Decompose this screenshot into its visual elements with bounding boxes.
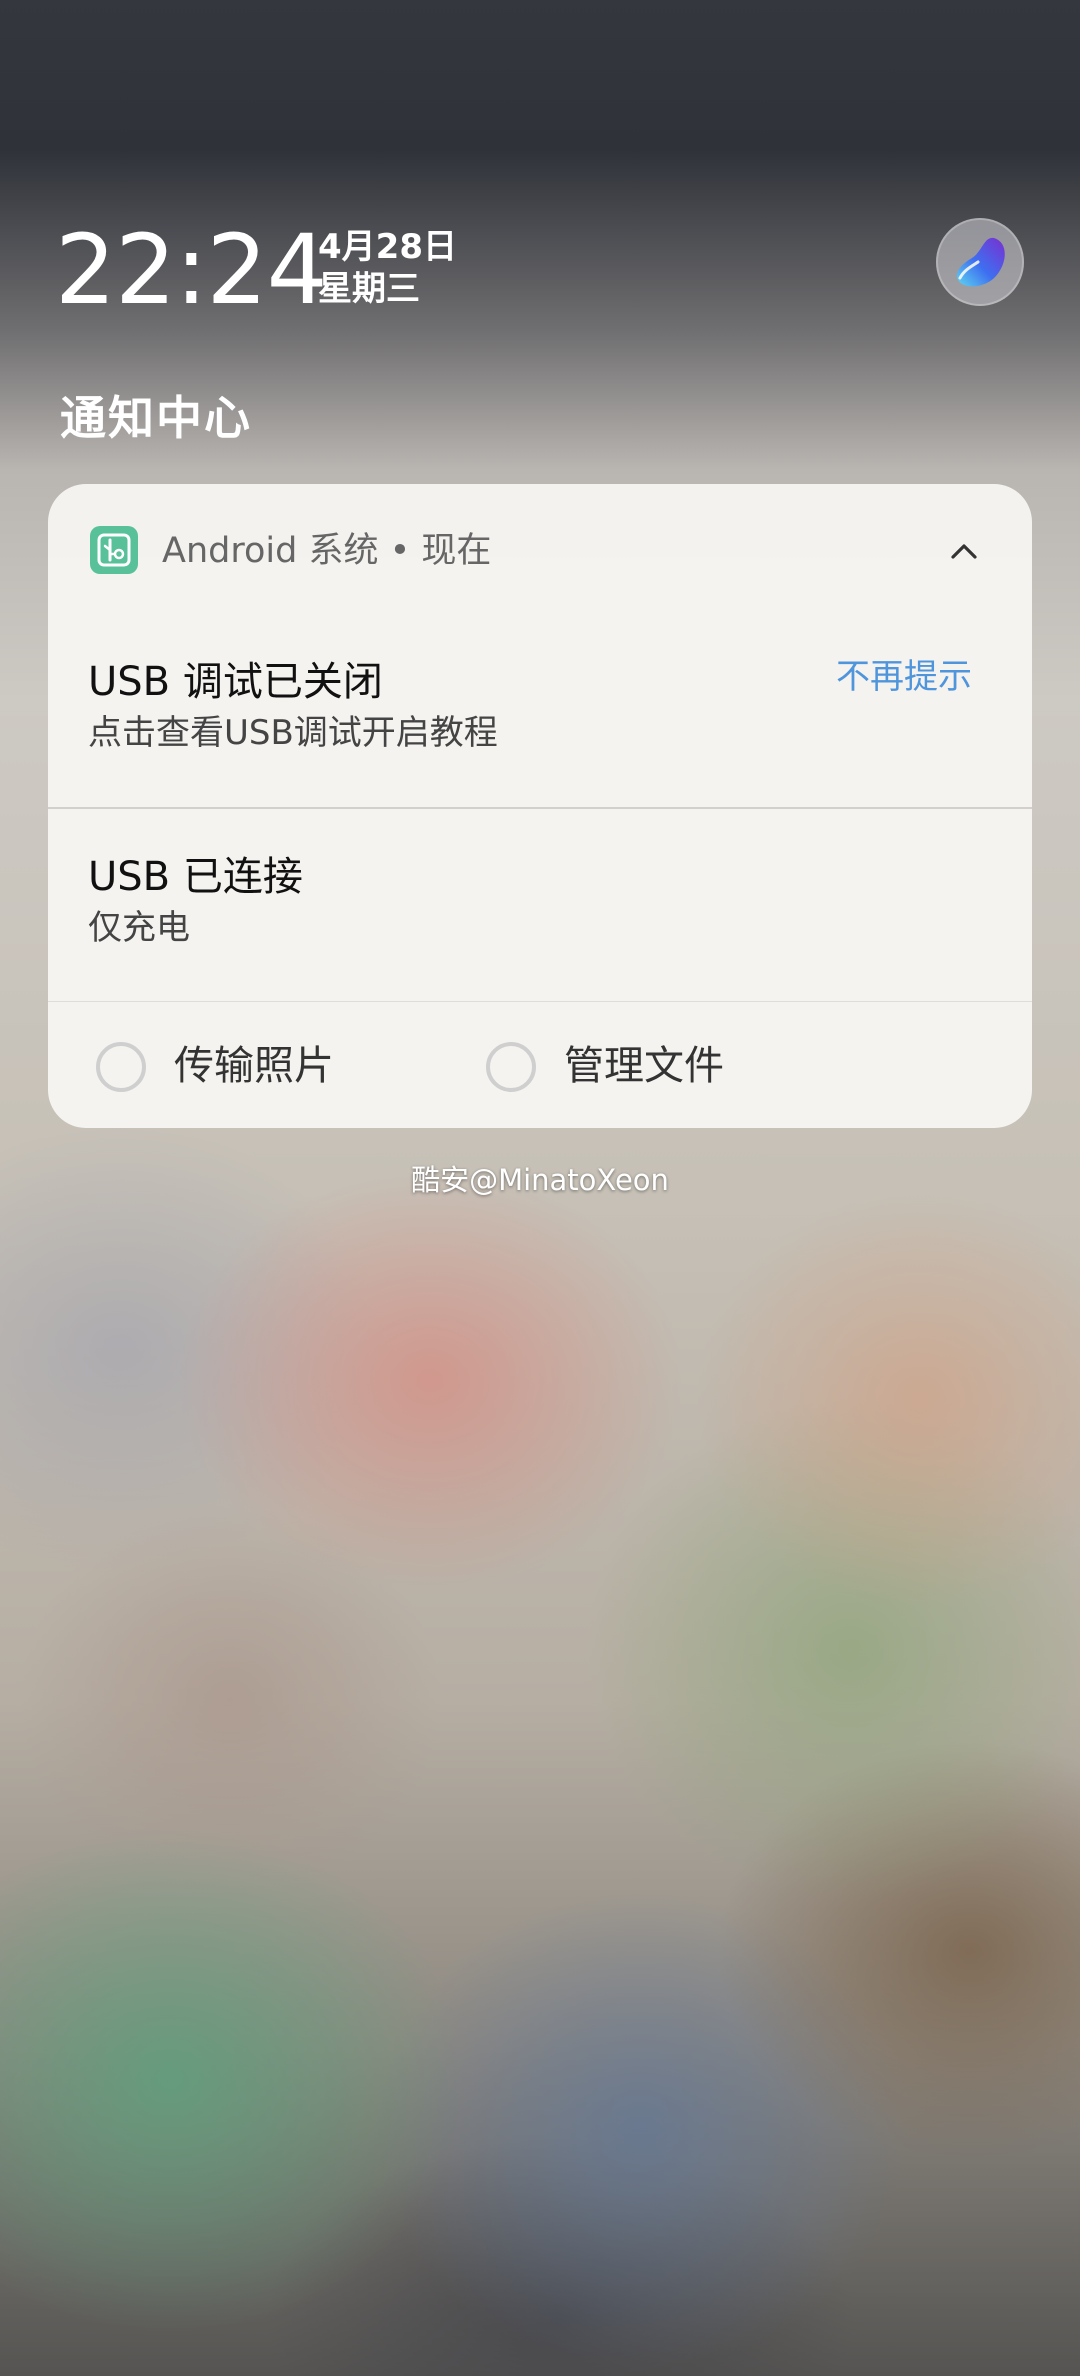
option-label: 传输照片 <box>174 1043 334 1089</box>
usb-debug-notification[interactable]: USB 调试已关闭 点击查看USB调试开启教程 不再提示 <box>48 654 1032 794</box>
clock-time: 22:24 <box>55 214 328 326</box>
divider <box>48 807 1032 809</box>
assistant-logo-icon <box>956 237 1005 287</box>
lock-screen: 22:24 4月28日 星期三 通知中心 Android 系统 • 现在 USB… <box>0 0 1080 2376</box>
notification-center-title: 通知中心 <box>60 391 252 445</box>
option-label: 管理文件 <box>564 1043 724 1089</box>
notification-header: Android 系统 • 现在 <box>48 484 1032 624</box>
watermark: 酷安@MinatoXeon <box>411 1163 669 1197</box>
weekday-label: 星期三 <box>318 269 420 309</box>
notification-app-name: Android 系统 • 现在 <box>162 531 492 571</box>
usb-connected-notification[interactable]: USB 已连接 仅充电 <box>48 849 1032 979</box>
assistant-avatar-button[interactable] <box>936 218 1024 306</box>
chevron-up-icon[interactable] <box>940 528 988 576</box>
manage-files-option[interactable]: 管理文件 <box>486 1036 786 1096</box>
radio-button[interactable] <box>486 1042 536 1092</box>
dont-remind-button[interactable]: 不再提示 <box>836 654 972 700</box>
notification-title: USB 调试已关闭 <box>88 659 383 705</box>
divider <box>48 1001 1032 1002</box>
radio-button[interactable] <box>96 1042 146 1092</box>
notification-card: Android 系统 • 现在 USB 调试已关闭 点击查看USB调试开启教程 … <box>48 484 1032 1128</box>
date-label: 4月28日 <box>318 227 457 267</box>
date-block: 4月28日 星期三 <box>318 226 457 310</box>
notification-title: USB 已连接 <box>88 854 303 900</box>
notification-subtitle: 点击查看USB调试开启教程 <box>88 713 498 753</box>
transfer-photos-option[interactable]: 传输照片 <box>96 1036 396 1096</box>
usb-icon <box>90 526 138 574</box>
notification-subtitle: 仅充电 <box>88 908 190 948</box>
